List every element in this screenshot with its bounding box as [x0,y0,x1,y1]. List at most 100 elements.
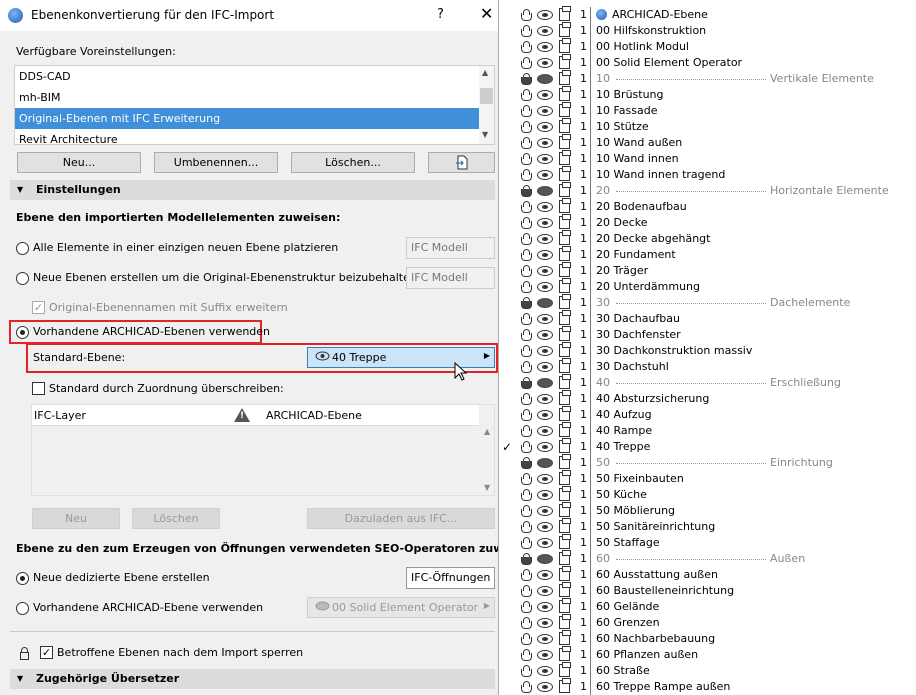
eye-icon[interactable] [537,650,553,660]
preset-item-selected[interactable]: Original-Ebenen mit IFC Erweiterung [15,108,480,129]
wireframe-icon[interactable] [559,102,571,117]
eye-icon[interactable] [537,394,553,404]
wireframe-icon[interactable] [559,422,571,437]
eye-icon[interactable] [537,266,553,276]
wireframe-icon[interactable] [559,454,571,469]
layer-row[interactable]: 1 60 Pflanzen außen [499,646,916,663]
wireframe-icon[interactable] [559,86,571,101]
eye-icon[interactable] [537,282,553,292]
unlock-icon[interactable] [520,105,533,117]
layer-row[interactable]: 1 60 Ausstattung außen [499,566,916,583]
wireframe-icon[interactable] [559,406,571,421]
unlock-icon[interactable] [520,281,533,293]
eye-icon[interactable] [537,138,553,148]
unlock-icon[interactable] [520,665,533,677]
layer-row[interactable]: 1 40 Rampe [499,422,916,439]
unlock-icon[interactable] [520,217,533,229]
wireframe-icon[interactable] [559,342,571,357]
hidden-eye-icon[interactable] [537,554,553,564]
layer-row[interactable]: 1 20 Decke [499,214,916,231]
wireframe-icon[interactable] [559,534,571,549]
layer-row[interactable]: 1 50 Möblierung [499,502,916,519]
unlock-icon[interactable] [520,361,533,373]
eye-icon[interactable] [537,634,553,644]
unlock-icon[interactable] [520,505,533,517]
layer-header-row[interactable]: 1 ARCHICAD-Ebene [499,6,916,23]
unlock-icon[interactable] [520,633,533,645]
unlock-icon[interactable] [520,329,533,341]
eye-icon[interactable] [537,522,553,532]
close-button[interactable]: ✕ [480,4,493,23]
wireframe-icon[interactable] [559,230,571,245]
layer-popup-list[interactable]: 1 ARCHICAD-Ebene 1 00 Hilfskonstruktion 1 00 … [498,0,916,695]
unlock-icon[interactable] [520,537,533,549]
layer-row[interactable]: 1 20 Fundament [499,246,916,263]
layer-row[interactable]: 1 50 Küche [499,486,916,503]
wireframe-icon[interactable] [559,582,571,597]
layer-group-row[interactable]: 1 30 Dachelemente [499,294,916,311]
unlock-icon[interactable] [520,137,533,149]
layer-row[interactable]: 1 60 Grenzen [499,614,916,631]
layer-row[interactable]: 1 10 Stütze [499,118,916,135]
wireframe-icon[interactable] [559,390,571,405]
seo-layer-popup[interactable]: 00 Solid Element Operator ▶ [307,597,495,618]
eye-icon[interactable] [537,154,553,164]
wireframe-icon[interactable] [559,198,571,213]
eye-icon[interactable] [537,538,553,548]
unlock-icon[interactable] [520,345,533,357]
layer-row[interactable]: 1 60 Treppe Rampe außen [499,678,916,695]
layer-group-row[interactable]: 1 50 Einrichtung [499,454,916,471]
layer-row[interactable]: 1 10 Brüstung [499,86,916,103]
suffix-checkbox[interactable]: ✓ [32,301,45,314]
lock-icon[interactable] [520,457,533,469]
wireframe-icon[interactable] [559,214,571,229]
layer-row[interactable]: 1 20 Decke abgehängt [499,230,916,247]
layer-group-row[interactable]: 1 60 Außen [499,550,916,567]
wireframe-icon[interactable] [559,166,571,181]
scroll-down-icon[interactable]: ▼ [482,130,488,139]
wireframe-icon[interactable] [559,22,571,37]
rename-preset-button[interactable]: Umbenennen... [154,152,278,173]
layer-row[interactable]: 1 00 Solid Element Operator [499,54,916,71]
layer-row[interactable]: 1 20 Träger [499,262,916,279]
mapping-table[interactable]: IFC-Layer ARCHICAD-Ebene ▲ ▼ [31,404,495,496]
eye-icon[interactable] [537,442,553,452]
eye-icon[interactable] [537,90,553,100]
seo-layer-name-field[interactable]: IFC-Öffnungen [406,567,495,589]
wireframe-icon[interactable] [559,182,571,197]
wireframe-icon[interactable] [559,38,571,53]
eye-icon[interactable] [537,170,553,180]
layer-row[interactable]: 1 60 Baustelleneinrichtung [499,582,916,599]
eye-icon[interactable] [537,410,553,420]
eye-icon[interactable] [537,250,553,260]
unlock-icon[interactable] [520,25,533,37]
wireframe-icon[interactable] [559,662,571,677]
map-new-button[interactable]: Neu [32,508,120,529]
layer-row[interactable]: 1 40 Aufzug [499,406,916,423]
wireframe-icon[interactable] [559,326,571,341]
eye-icon[interactable] [537,314,553,324]
layer-row[interactable]: ✓ 1 40 Treppe [499,438,916,455]
layer-row[interactable]: 1 20 Bodenaufbau [499,198,916,215]
eye-icon[interactable] [537,106,553,116]
new-layers-radio[interactable] [16,272,29,285]
unlock-icon[interactable] [520,41,533,53]
seo-new-layer-radio[interactable] [16,572,29,585]
wireframe-icon[interactable] [559,486,571,501]
layer-row[interactable]: 1 20 Unterdämmung [499,278,916,295]
wireframe-icon[interactable] [559,678,571,693]
presets-scrollbar[interactable]: ▲ ▼ [479,66,494,144]
delete-preset-button[interactable]: Löschen... [291,152,415,173]
lock-icon[interactable] [520,73,533,85]
eye-icon[interactable] [537,490,553,500]
unlock-icon[interactable] [520,649,533,661]
lock-icon[interactable] [520,553,533,565]
unlock-icon[interactable] [520,169,533,181]
unlock-icon[interactable] [520,601,533,613]
layer-row[interactable]: 1 40 Absturzsicherung [499,390,916,407]
override-checkbox[interactable] [32,382,45,395]
hidden-eye-icon[interactable] [537,74,553,84]
wireframe-icon[interactable] [559,438,571,453]
eye-icon[interactable] [537,426,553,436]
eye-icon[interactable] [537,26,553,36]
